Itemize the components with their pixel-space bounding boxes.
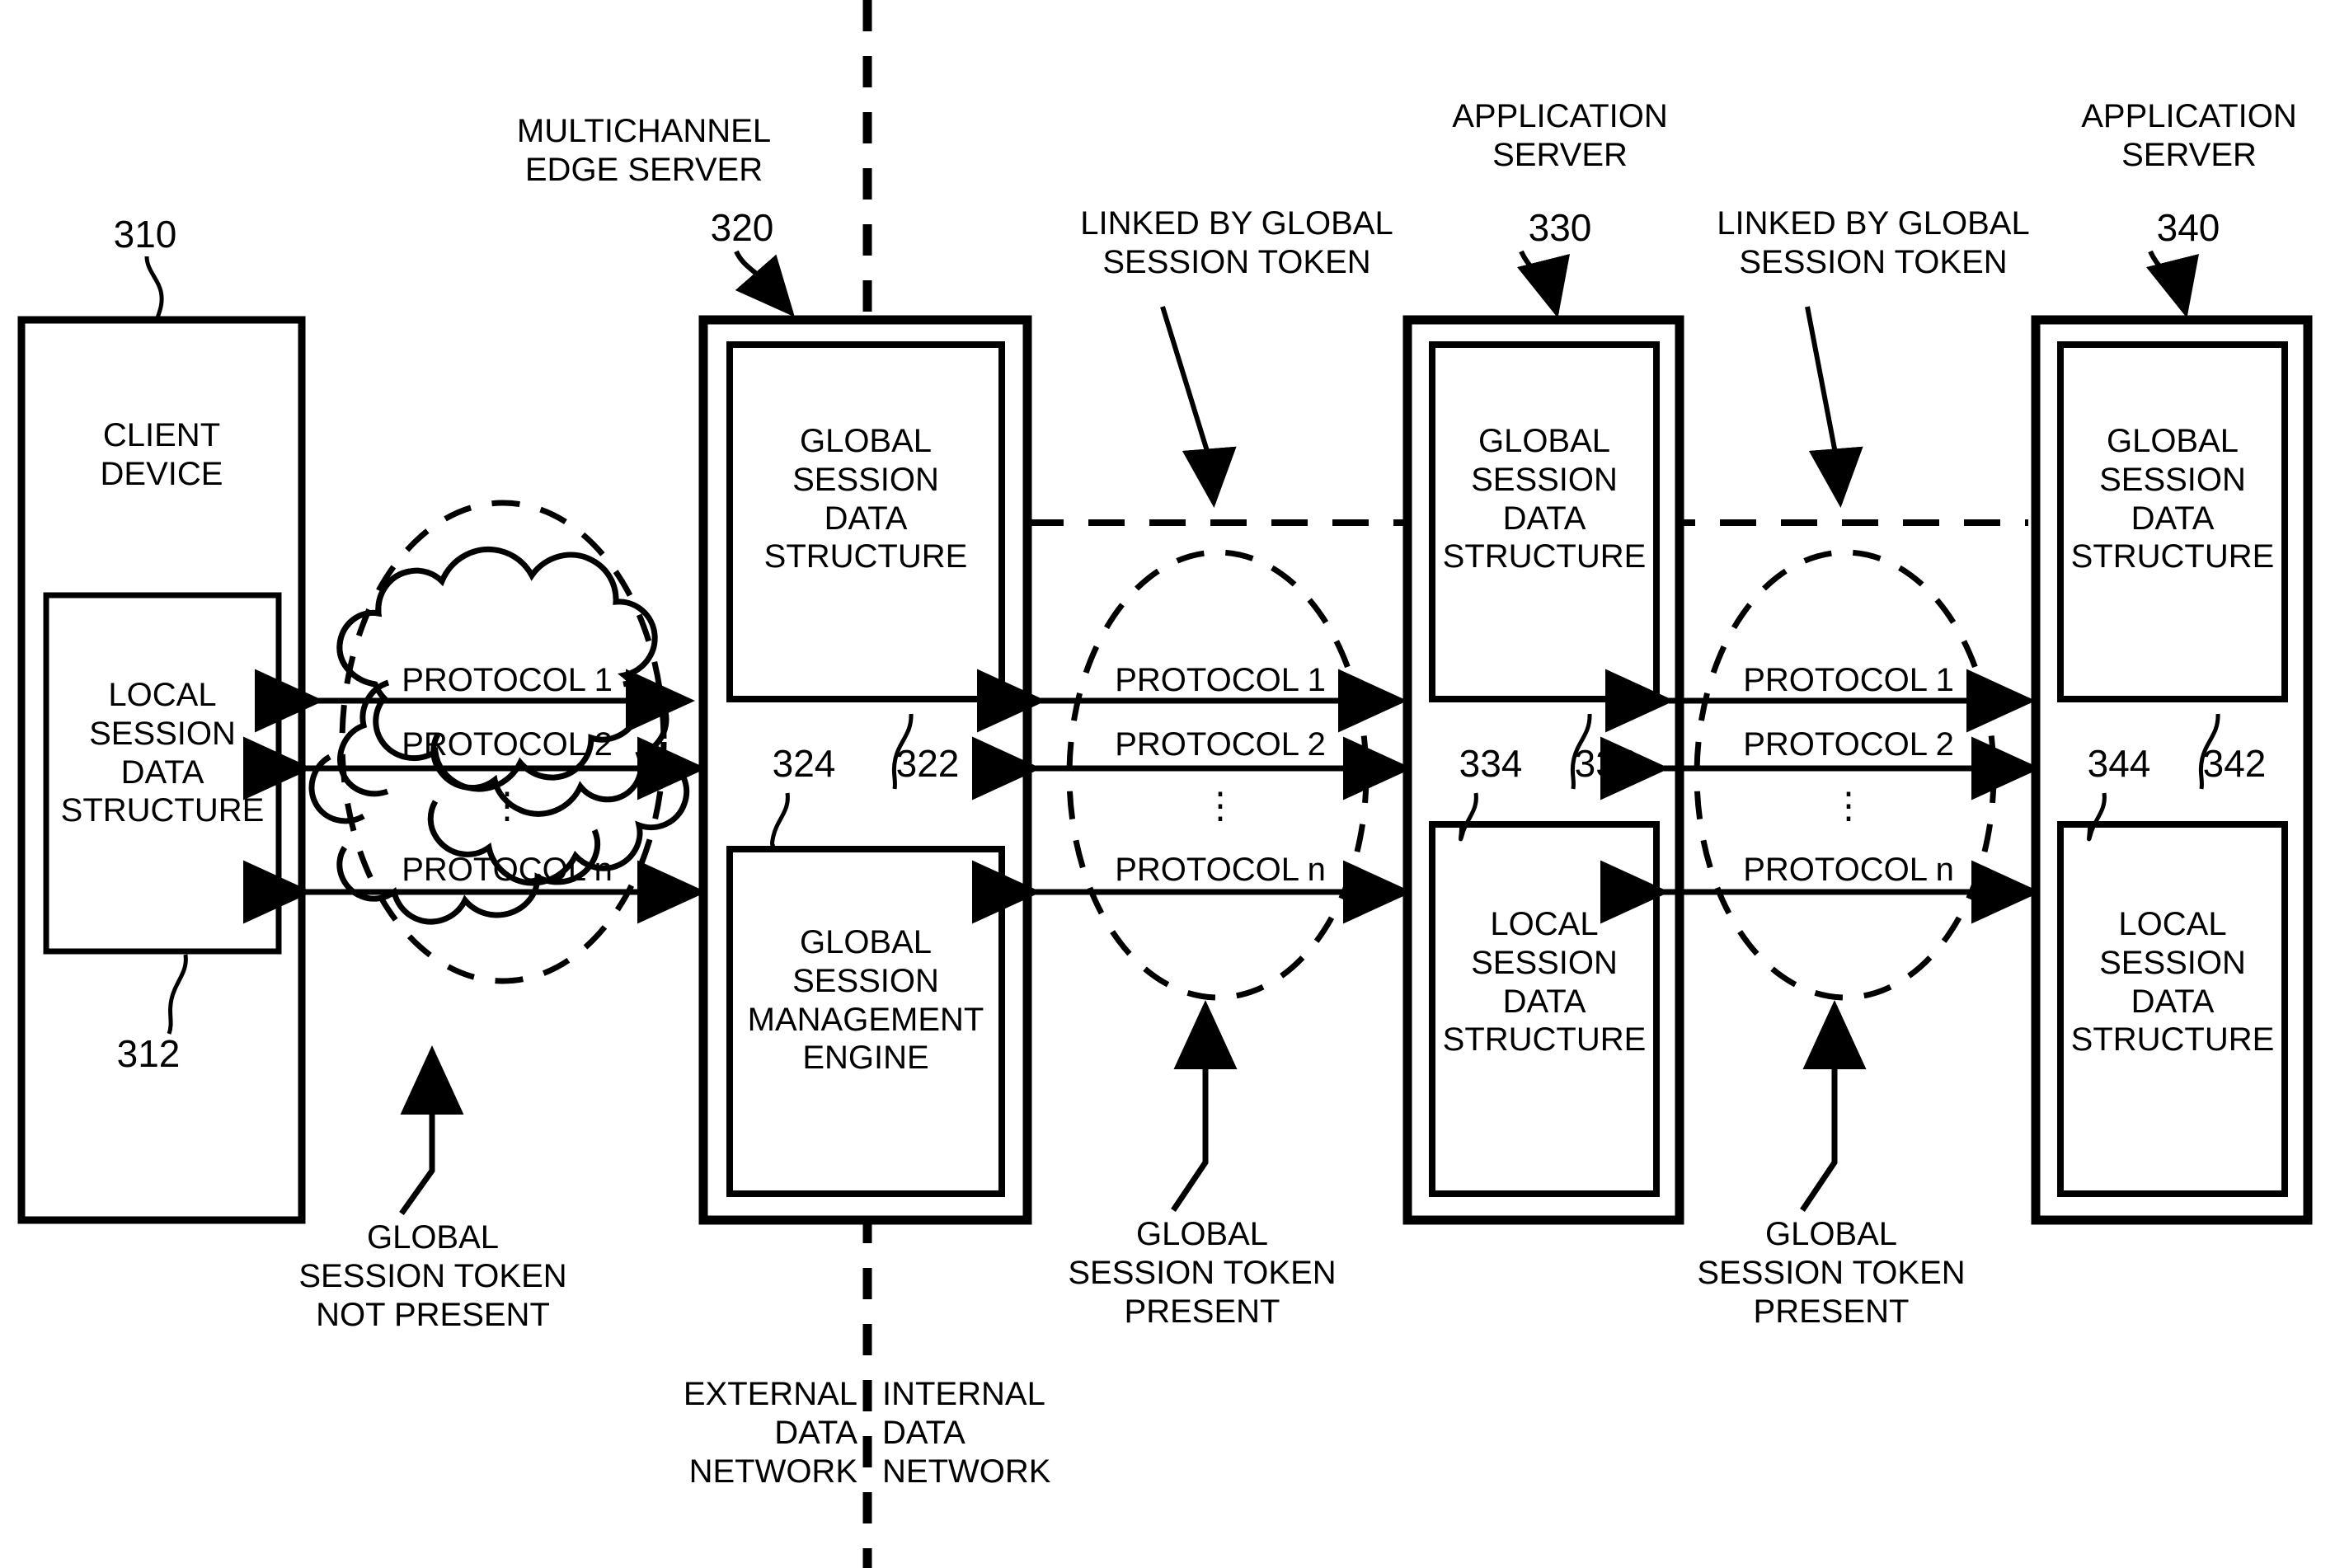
ref-310: 310	[113, 213, 177, 256]
local-session-data-structure-312-label: LOCAL SESSION DATA STRUCTURE	[60, 677, 265, 829]
mid-channel-protocol-1: PROTOCOL 1	[1115, 662, 1326, 698]
mid-channel-caption: GLOBAL SESSION TOKEN PRESENT	[1068, 1216, 1337, 1330]
local-session-data-structure-344-label: LOCAL SESSION DATA STRUCTURE	[2070, 906, 2275, 1059]
ref-312: 312	[116, 1032, 181, 1075]
edge-server-heading: MULTICHANNEL EDGE SERVER	[516, 113, 772, 188]
ref-342: 342	[2202, 742, 2267, 785]
right-channel-protocol-2: PROTOCOL 2	[1743, 726, 1954, 763]
mid-channel-dashed-ellipse	[1066, 549, 1370, 1001]
ref-334: 334	[1459, 742, 1523, 785]
right-channel-protocol-n: PROTOCOL n	[1743, 852, 1954, 888]
external-data-network-label: EXTERNAL DATA NETWORK	[683, 1376, 857, 1490]
leader-global-token-present-right	[1800, 1000, 1867, 1212]
leader-310	[144, 256, 164, 324]
global-session-data-structure-322-label: GLOBAL SESSION DATA STRUCTURE	[763, 423, 968, 575]
mid-channel-ellipsis: ⋮	[1202, 786, 1238, 826]
ref-340: 340	[2156, 206, 2220, 249]
global-session-management-engine-324-label: GLOBAL SESSION MANAGEMENT ENGINE	[747, 924, 984, 1077]
right-channel-ellipsis: ⋮	[1830, 786, 1867, 826]
mid-channel-protocol-n: PROTOCOL n	[1115, 852, 1326, 888]
leader-global-token-not-present	[399, 1045, 464, 1216]
leader-linked-right	[1805, 306, 1863, 508]
left-channel-protocol-n: PROTOCOL n	[402, 852, 613, 888]
mid-channel-protocol-2: PROTOCOL 2	[1115, 726, 1326, 763]
linked-by-global-session-token-left: LINKED BY GLOBAL SESSION TOKEN	[1080, 205, 1393, 280]
ref-320: 320	[710, 206, 774, 249]
global-session-data-structure-332-label: GLOBAL SESSION DATA STRUCTURE	[1442, 423, 1647, 575]
right-channel-protocol-1: PROTOCOL 1	[1743, 662, 1954, 698]
app-server-340-heading: APPLICATION SERVER	[2081, 98, 2297, 173]
global-session-data-structure-342-label: GLOBAL SESSION DATA STRUCTURE	[2070, 423, 2275, 575]
left-channel-caption: GLOBAL SESSION TOKEN NOT PRESENT	[298, 1219, 567, 1333]
local-session-data-structure-334-label: LOCAL SESSION DATA STRUCTURE	[1442, 906, 1647, 1059]
left-channel-protocol-2: PROTOCOL 2	[402, 726, 613, 763]
leader-linked-left	[1160, 306, 1237, 508]
ref-332: 332	[1574, 742, 1638, 785]
internal-data-network-label: INTERNAL DATA NETWORK	[882, 1376, 1051, 1490]
right-channel-caption: GLOBAL SESSION TOKEN PRESENT	[1697, 1216, 1966, 1330]
right-channel-dashed-ellipse	[1694, 549, 1997, 1001]
leader-340	[2145, 250, 2200, 318]
client-device-label: CLIENT DEVICE	[100, 417, 223, 492]
leader-330	[1516, 250, 1571, 318]
ref-330: 330	[1528, 206, 1592, 249]
leader-global-token-present-mid	[1171, 1000, 1238, 1212]
left-channel-ellipsis: ⋮	[489, 786, 525, 826]
ref-322: 322	[895, 742, 960, 785]
figure-canvas: 310 312 MULTICHANNEL EDGE SERVER 320 322…	[0, 0, 2335, 1568]
ref-344: 344	[2087, 742, 2151, 785]
leader-320	[734, 250, 795, 317]
ref-324: 324	[772, 742, 836, 785]
app-server-330-heading: APPLICATION SERVER	[1452, 98, 1668, 173]
linked-by-global-session-token-right: LINKED BY GLOBAL SESSION TOKEN	[1717, 205, 2030, 280]
left-channel-protocol-1: PROTOCOL 1	[402, 662, 613, 698]
